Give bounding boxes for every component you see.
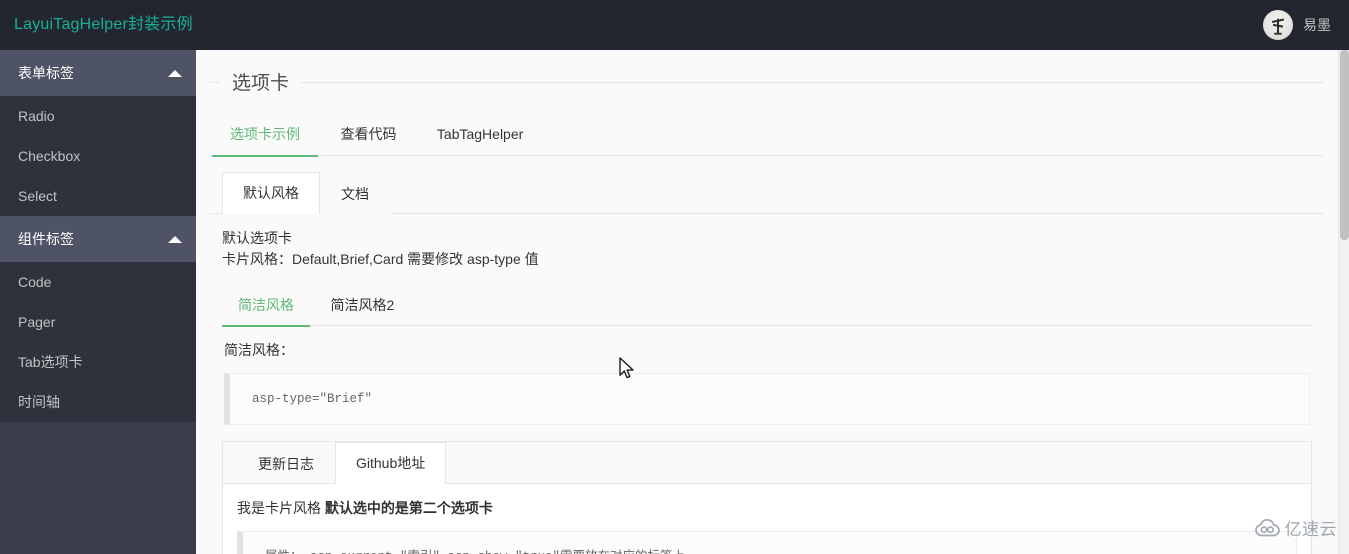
bottom-description: 我是卡片风格 默认选中的是第二个选项卡 xyxy=(237,498,1297,519)
page-title-fieldset: 选项卡 xyxy=(210,62,1324,104)
sidebar-item-radio[interactable]: Radio xyxy=(0,96,196,136)
brief-label: 简洁风格： xyxy=(224,342,294,358)
app-root: LayuiTagHelper封装示例 易墨 表单标签 Radio Checkbo… xyxy=(0,0,1349,554)
caret-up-icon[interactable] xyxy=(168,236,182,243)
tab-github-address[interactable]: Github地址 xyxy=(335,442,447,484)
brief-tabs: 简洁风格 简洁风格2 简洁风格： asp-type="Brief" xyxy=(222,286,1312,425)
default-tab-text: 默认选项卡 xyxy=(222,230,292,246)
sidebar-item-checkbox[interactable]: Checkbox xyxy=(0,136,196,176)
sidebar-item-tab[interactable]: Tab选项卡 xyxy=(0,342,196,382)
tab-default-style[interactable]: 默认风格 xyxy=(222,172,320,214)
sidebar-group-label: 组件标签 xyxy=(18,231,74,247)
outer-tabs: 选项卡示例 查看代码 TabTagHelper xyxy=(210,114,1324,157)
tab-brief-style-2[interactable]: 简洁风格2 xyxy=(314,286,410,326)
style-tabs-header: 默认风格 文档 xyxy=(210,172,1324,214)
page-title: 选项卡 xyxy=(220,64,302,104)
tab-tabtaghelper[interactable]: TabTagHelper xyxy=(419,114,541,156)
sidebar-group-component-tags[interactable]: 组件标签 xyxy=(0,216,196,262)
avatar-figure-icon xyxy=(1271,17,1285,35)
brief-tabs-header: 简洁风格 简洁风格2 xyxy=(222,286,1312,327)
sidebar-nav: 表单标签 Radio Checkbox Select 组件标签 Code Pag… xyxy=(0,50,196,554)
bottom-text-bold: 默认选中的是第二个选项卡 xyxy=(324,500,493,516)
tab-changelog[interactable]: 更新日志 xyxy=(237,443,335,484)
bottom-panel-body: 我是卡片风格 默认选中的是第二个选项卡 属性： asp-current="索引"… xyxy=(223,484,1311,554)
sidebar-item-timeline[interactable]: 时间轴 xyxy=(0,382,196,422)
app-logo[interactable]: LayuiTagHelper封装示例 xyxy=(0,0,196,50)
sidebar-group-label: 表单标签 xyxy=(18,65,74,81)
watermark-text: 亿速云 xyxy=(1284,520,1337,540)
bottom-text-normal: 我是卡片风格 xyxy=(237,500,325,516)
outer-tabs-header: 选项卡示例 查看代码 TabTagHelper xyxy=(210,114,1324,157)
tab-tab-example[interactable]: 选项卡示例 xyxy=(212,114,318,157)
caret-up-icon[interactable] xyxy=(168,70,182,77)
sidebar-sublist-form-tags: Radio Checkbox Select xyxy=(0,96,196,216)
main-content: 选项卡 选项卡示例 查看代码 TabTagHelper 默认风格 文档 默认选项… xyxy=(196,50,1338,554)
card-style-text: 卡片风格：Default,Brief,Card 需要修改 asp-type 值 xyxy=(222,251,539,267)
sidebar-sublist-component-tags: Code Pager Tab选项卡 时间轴 xyxy=(0,262,196,422)
top-header: LayuiTagHelper封装示例 易墨 xyxy=(0,0,1349,50)
brief-tabs-body: 简洁风格： asp-type="Brief" xyxy=(222,326,1312,425)
bottom-code-block: 属性： asp-current="索引" asp-show="true"需要放在… xyxy=(237,531,1297,554)
page-body: 选项卡 选项卡示例 查看代码 TabTagHelper 默认风格 文档 默认选项… xyxy=(196,62,1338,554)
brief-code-block: asp-type="Brief" xyxy=(224,373,1310,425)
tab-view-code[interactable]: 查看代码 xyxy=(322,114,414,156)
sidebar-group-form-tags[interactable]: 表单标签 xyxy=(0,50,196,96)
avatar[interactable] xyxy=(1263,10,1293,40)
title-divider xyxy=(210,82,1324,83)
sidebar-item-select[interactable]: Select xyxy=(0,176,196,216)
style-tabs-body: 默认选项卡 卡片风格：Default,Brief,Card 需要修改 asp-t… xyxy=(210,214,1324,554)
vertical-scrollbar[interactable] xyxy=(1338,50,1349,554)
watermark: 亿速云 xyxy=(1254,515,1338,540)
user-name-label: 易墨 xyxy=(1303,17,1331,33)
sidebar-item-code[interactable]: Code xyxy=(0,262,196,302)
bottom-tabs-header: 更新日志 Github地址 xyxy=(223,442,1311,484)
style-tabs: 默认风格 文档 默认选项卡 卡片风格：Default,Brief,Card 需要… xyxy=(210,172,1324,554)
bottom-card-panel: 更新日志 Github地址 我是卡片风格 默认选中的是第二个选项卡 属性： as… xyxy=(222,441,1312,554)
header-user-area[interactable]: 易墨 xyxy=(1263,0,1331,50)
tab-brief-style[interactable]: 简洁风格 xyxy=(222,286,310,327)
scrollbar-thumb[interactable] xyxy=(1340,50,1349,240)
cloud-icon xyxy=(1254,518,1280,536)
sidebar-item-pager[interactable]: Pager xyxy=(0,302,196,342)
tab-documentation[interactable]: 文档 xyxy=(320,173,390,214)
